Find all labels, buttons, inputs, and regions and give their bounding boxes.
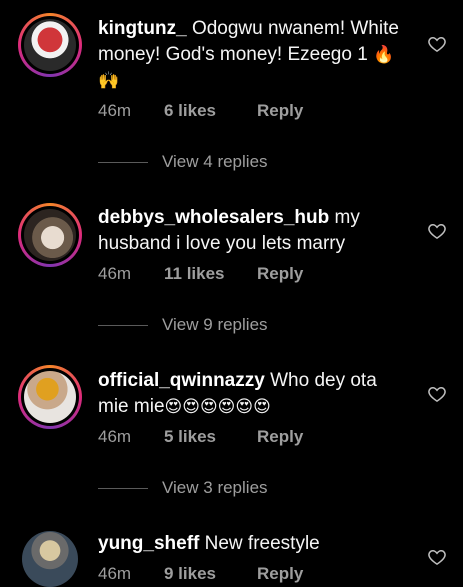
view-replies-button[interactable]: View 3 replies [98, 478, 268, 498]
view-replies-label: View 9 replies [162, 315, 268, 334]
comment-meta: 46m 9 likes Reply [98, 564, 303, 584]
comment-meta: 46m 5 likes Reply [98, 427, 303, 447]
heart-outline-icon[interactable] [427, 547, 447, 567]
replies-divider [98, 487, 148, 489]
comment-text: official_qwinnazzy Who dey ota mie mie😍😍… [98, 368, 408, 420]
reply-button[interactable]: Reply [257, 427, 303, 447]
comment-text: yung_sheff New freestyle [98, 531, 408, 557]
heart-outline-icon[interactable] [427, 384, 447, 404]
replies-divider [98, 324, 148, 326]
avatar [24, 371, 76, 423]
comment-meta: 46m 11 likes Reply [98, 264, 303, 284]
comment-likes[interactable]: 11 likes [164, 264, 257, 284]
comment-body: New freestyle [204, 533, 320, 554]
reply-button[interactable]: Reply [257, 564, 303, 584]
replies-divider [98, 161, 148, 163]
view-replies-button[interactable]: View 9 replies [98, 315, 268, 335]
avatar-story-ring[interactable] [18, 13, 82, 77]
comment-username[interactable]: yung_sheff [98, 533, 199, 554]
heart-outline-icon[interactable] [427, 34, 447, 54]
comment-time: 46m [98, 427, 132, 446]
comment-time: 46m [98, 101, 132, 120]
comment-time: 46m [98, 264, 132, 283]
reply-button[interactable]: Reply [257, 101, 303, 121]
comment-likes[interactable]: 9 likes [164, 564, 257, 584]
view-replies-label: View 4 replies [162, 152, 268, 171]
comment-username[interactable]: official_qwinnazzy [98, 370, 265, 391]
comment-likes[interactable]: 5 likes [164, 427, 257, 447]
comment-text: kingtunz_ Odogwu nwanem! White money! Go… [98, 16, 408, 94]
view-replies-label: View 3 replies [162, 478, 268, 497]
comment-likes[interactable]: 6 likes [164, 101, 257, 121]
avatar [24, 19, 76, 71]
comment-meta: 46m 6 likes Reply [98, 101, 303, 121]
comment-username[interactable]: debbys_wholesalers_hub [98, 207, 329, 228]
avatar[interactable] [22, 531, 78, 587]
comment-emoji: 😍😍😍😍😍😍 [164, 397, 271, 416]
comment-username[interactable]: kingtunz_ [98, 18, 187, 39]
avatar-story-ring[interactable] [18, 203, 82, 267]
reply-button[interactable]: Reply [257, 264, 303, 284]
avatar [24, 209, 76, 261]
avatar-story-ring[interactable] [18, 365, 82, 429]
comment-text: debbys_wholesalers_hub my husband i love… [98, 205, 408, 257]
heart-outline-icon[interactable] [427, 221, 447, 241]
comment-time: 46m [98, 564, 132, 583]
view-replies-button[interactable]: View 4 replies [98, 152, 268, 172]
